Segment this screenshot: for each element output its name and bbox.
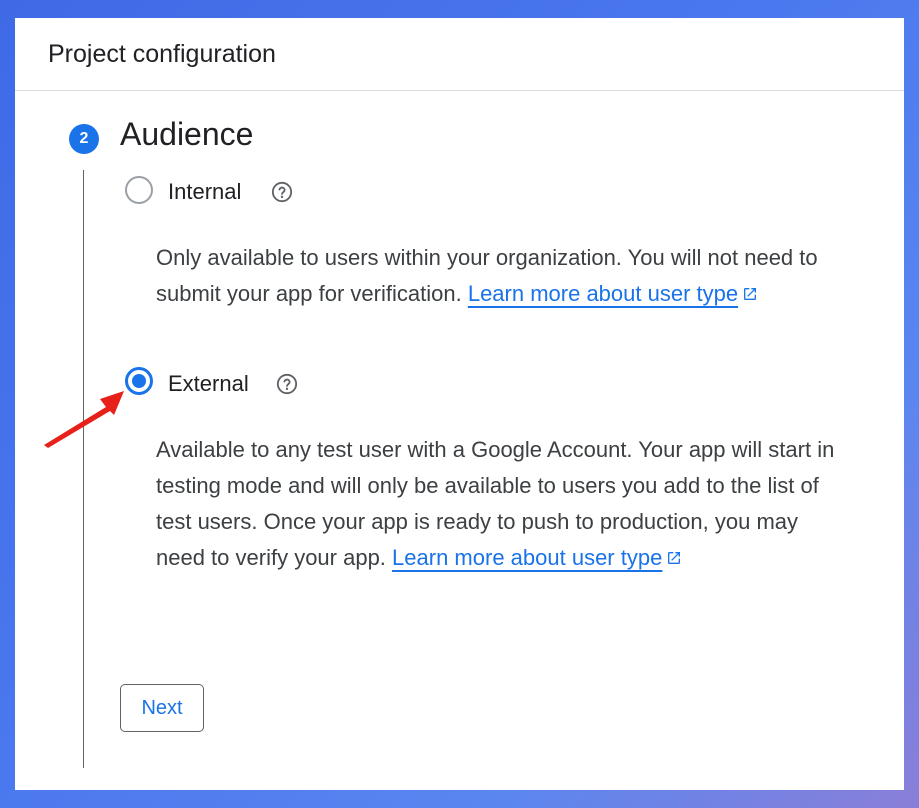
internal-radio[interactable] [125,176,153,204]
step-number-badge: 2 [69,124,99,154]
internal-label[interactable]: Internal [168,179,241,205]
card-header: Project configuration [15,18,904,91]
radio-selected-dot [132,374,146,388]
next-button[interactable]: Next [120,684,204,732]
external-link-icon [668,552,681,564]
external-link-icon [744,288,757,300]
step-title: Audience [120,116,254,152]
external-help-icon[interactable] [276,373,298,395]
project-configuration-card: Project configuration 2 Audience Interna… [15,18,904,790]
internal-description: Only available to users within your orga… [156,240,846,312]
internal-help-icon[interactable] [271,181,293,203]
internal-learn-more-link[interactable]: Learn more about user type [468,281,758,306]
annotation-arrow [44,391,124,448]
step-connector-line [83,170,84,768]
external-learn-more-link-text[interactable]: Learn more about user type [392,545,662,570]
external-label[interactable]: External [168,371,249,397]
external-description: Available to any test user with a Google… [156,432,846,576]
page-title: Project configuration [48,40,276,68]
internal-learn-more-link-text[interactable]: Learn more about user type [468,281,738,306]
external-learn-more-link[interactable]: Learn more about user type [392,545,682,570]
